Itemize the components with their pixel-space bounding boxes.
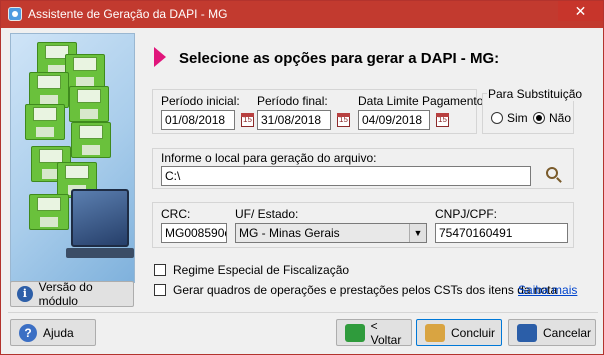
cnpj-input[interactable]: 75470160491 [435, 223, 568, 243]
substituicao-group: Para Substituição Sim Não [482, 87, 584, 134]
concluir-button[interactable]: Concluir [416, 319, 502, 346]
gerar-quadros-checkbox[interactable] [154, 284, 166, 296]
uf-select[interactable]: MG - Minas Gerais ▼ [235, 223, 427, 243]
uf-label: UF/ Estado: [235, 207, 299, 221]
exit-door-icon [517, 323, 537, 342]
arquivo-group: Informe o local para geração do arquivo:… [152, 148, 574, 189]
voltar-label: < Voltar [370, 318, 402, 347]
crc-label: CRC: [161, 207, 191, 221]
ajuda-label: Ajuda [43, 325, 74, 340]
substituicao-legend: Para Substituição [487, 87, 584, 101]
close-button[interactable]: ✕ [558, 1, 603, 21]
voltar-button[interactable]: < Voltar [336, 318, 412, 347]
app-icon [8, 7, 22, 21]
regime-especial-label: Regime Especial de Fiscalização [173, 263, 350, 277]
versao-modulo-button[interactable]: i Versão do módulo [10, 280, 134, 308]
wizard-content: i Versão do módulo Selecione as opções p… [8, 31, 598, 347]
help-icon: ? [19, 323, 37, 342]
window-title: Assistente de Geração da DAPI - MG [28, 7, 228, 21]
arquivo-label: Informe o local para geração do arquivo: [161, 151, 377, 165]
concluir-label: Concluir [451, 325, 496, 340]
gerar-quadros-label: Gerar quadros de operações e prestações … [173, 283, 558, 297]
floppy-disk-icon [29, 72, 69, 108]
chevron-down-icon[interactable]: ▼ [409, 224, 426, 242]
floppy-disk-icon [71, 122, 111, 158]
cnpj-label: CNPJ/CPF: [435, 207, 498, 221]
calendar-icon[interactable]: 15 [337, 113, 350, 127]
periodo-inicial-label: Período inicial: [161, 94, 240, 108]
info-icon: i [17, 286, 33, 302]
wizard-side-image [10, 33, 135, 283]
floppy-disk-icon [65, 54, 105, 90]
saiba-mais-link[interactable]: Saiba mais [518, 283, 577, 297]
divider [8, 312, 598, 313]
arquivo-path-input[interactable]: C:\ [161, 166, 531, 186]
monitor-icon [71, 189, 129, 247]
cancelar-button[interactable]: Cancelar [508, 319, 596, 346]
pink-arrow-icon [154, 47, 166, 67]
floppy-disk-icon [69, 86, 109, 122]
periodo-inicial-input[interactable]: 01/08/2018 [161, 110, 235, 130]
periodo-final-input[interactable]: 31/08/2018 [257, 110, 331, 130]
regime-especial-checkbox[interactable] [154, 264, 166, 276]
back-arrow-icon [345, 323, 365, 342]
substituicao-nao-radio[interactable] [533, 112, 545, 124]
data-limite-label: Data Limite Pagamento: [358, 94, 487, 108]
crc-input[interactable]: MG008590o [161, 223, 227, 243]
page-heading: Selecione as opções para gerar a DAPI - … [179, 50, 500, 67]
periodo-final-label: Período final: [257, 94, 328, 108]
finish-icon [425, 323, 445, 342]
substituicao-sim-radio[interactable] [491, 112, 503, 124]
calendar-icon[interactable]: 15 [241, 113, 254, 127]
data-limite-input[interactable]: 04/09/2018 [358, 110, 430, 130]
floppy-disk-icon [29, 194, 69, 230]
title-bar[interactable]: Assistente de Geração da DAPI - MG ✕ [1, 1, 603, 28]
substituicao-sim-label: Sim [507, 111, 528, 125]
periodo-group: Período inicial: 01/08/2018 15 Período f… [152, 89, 487, 134]
ajuda-button[interactable]: ? Ajuda [10, 319, 96, 346]
dapi-wizard-window: Assistente de Geração da DAPI - MG ✕ i V… [0, 0, 604, 355]
floppy-disk-icon [25, 104, 65, 140]
versao-modulo-label: Versão do módulo [38, 280, 93, 308]
search-folder-icon[interactable] [546, 167, 558, 179]
calendar-icon[interactable]: 15 [436, 113, 449, 127]
monitor-stand [66, 248, 134, 258]
empresa-group: CRC: MG008590o UF/ Estado: MG - Minas Ge… [152, 202, 574, 248]
substituicao-nao-label: Não [549, 111, 572, 125]
uf-selected-value: MG - Minas Gerais [239, 226, 340, 240]
cancelar-label: Cancelar [543, 325, 592, 340]
